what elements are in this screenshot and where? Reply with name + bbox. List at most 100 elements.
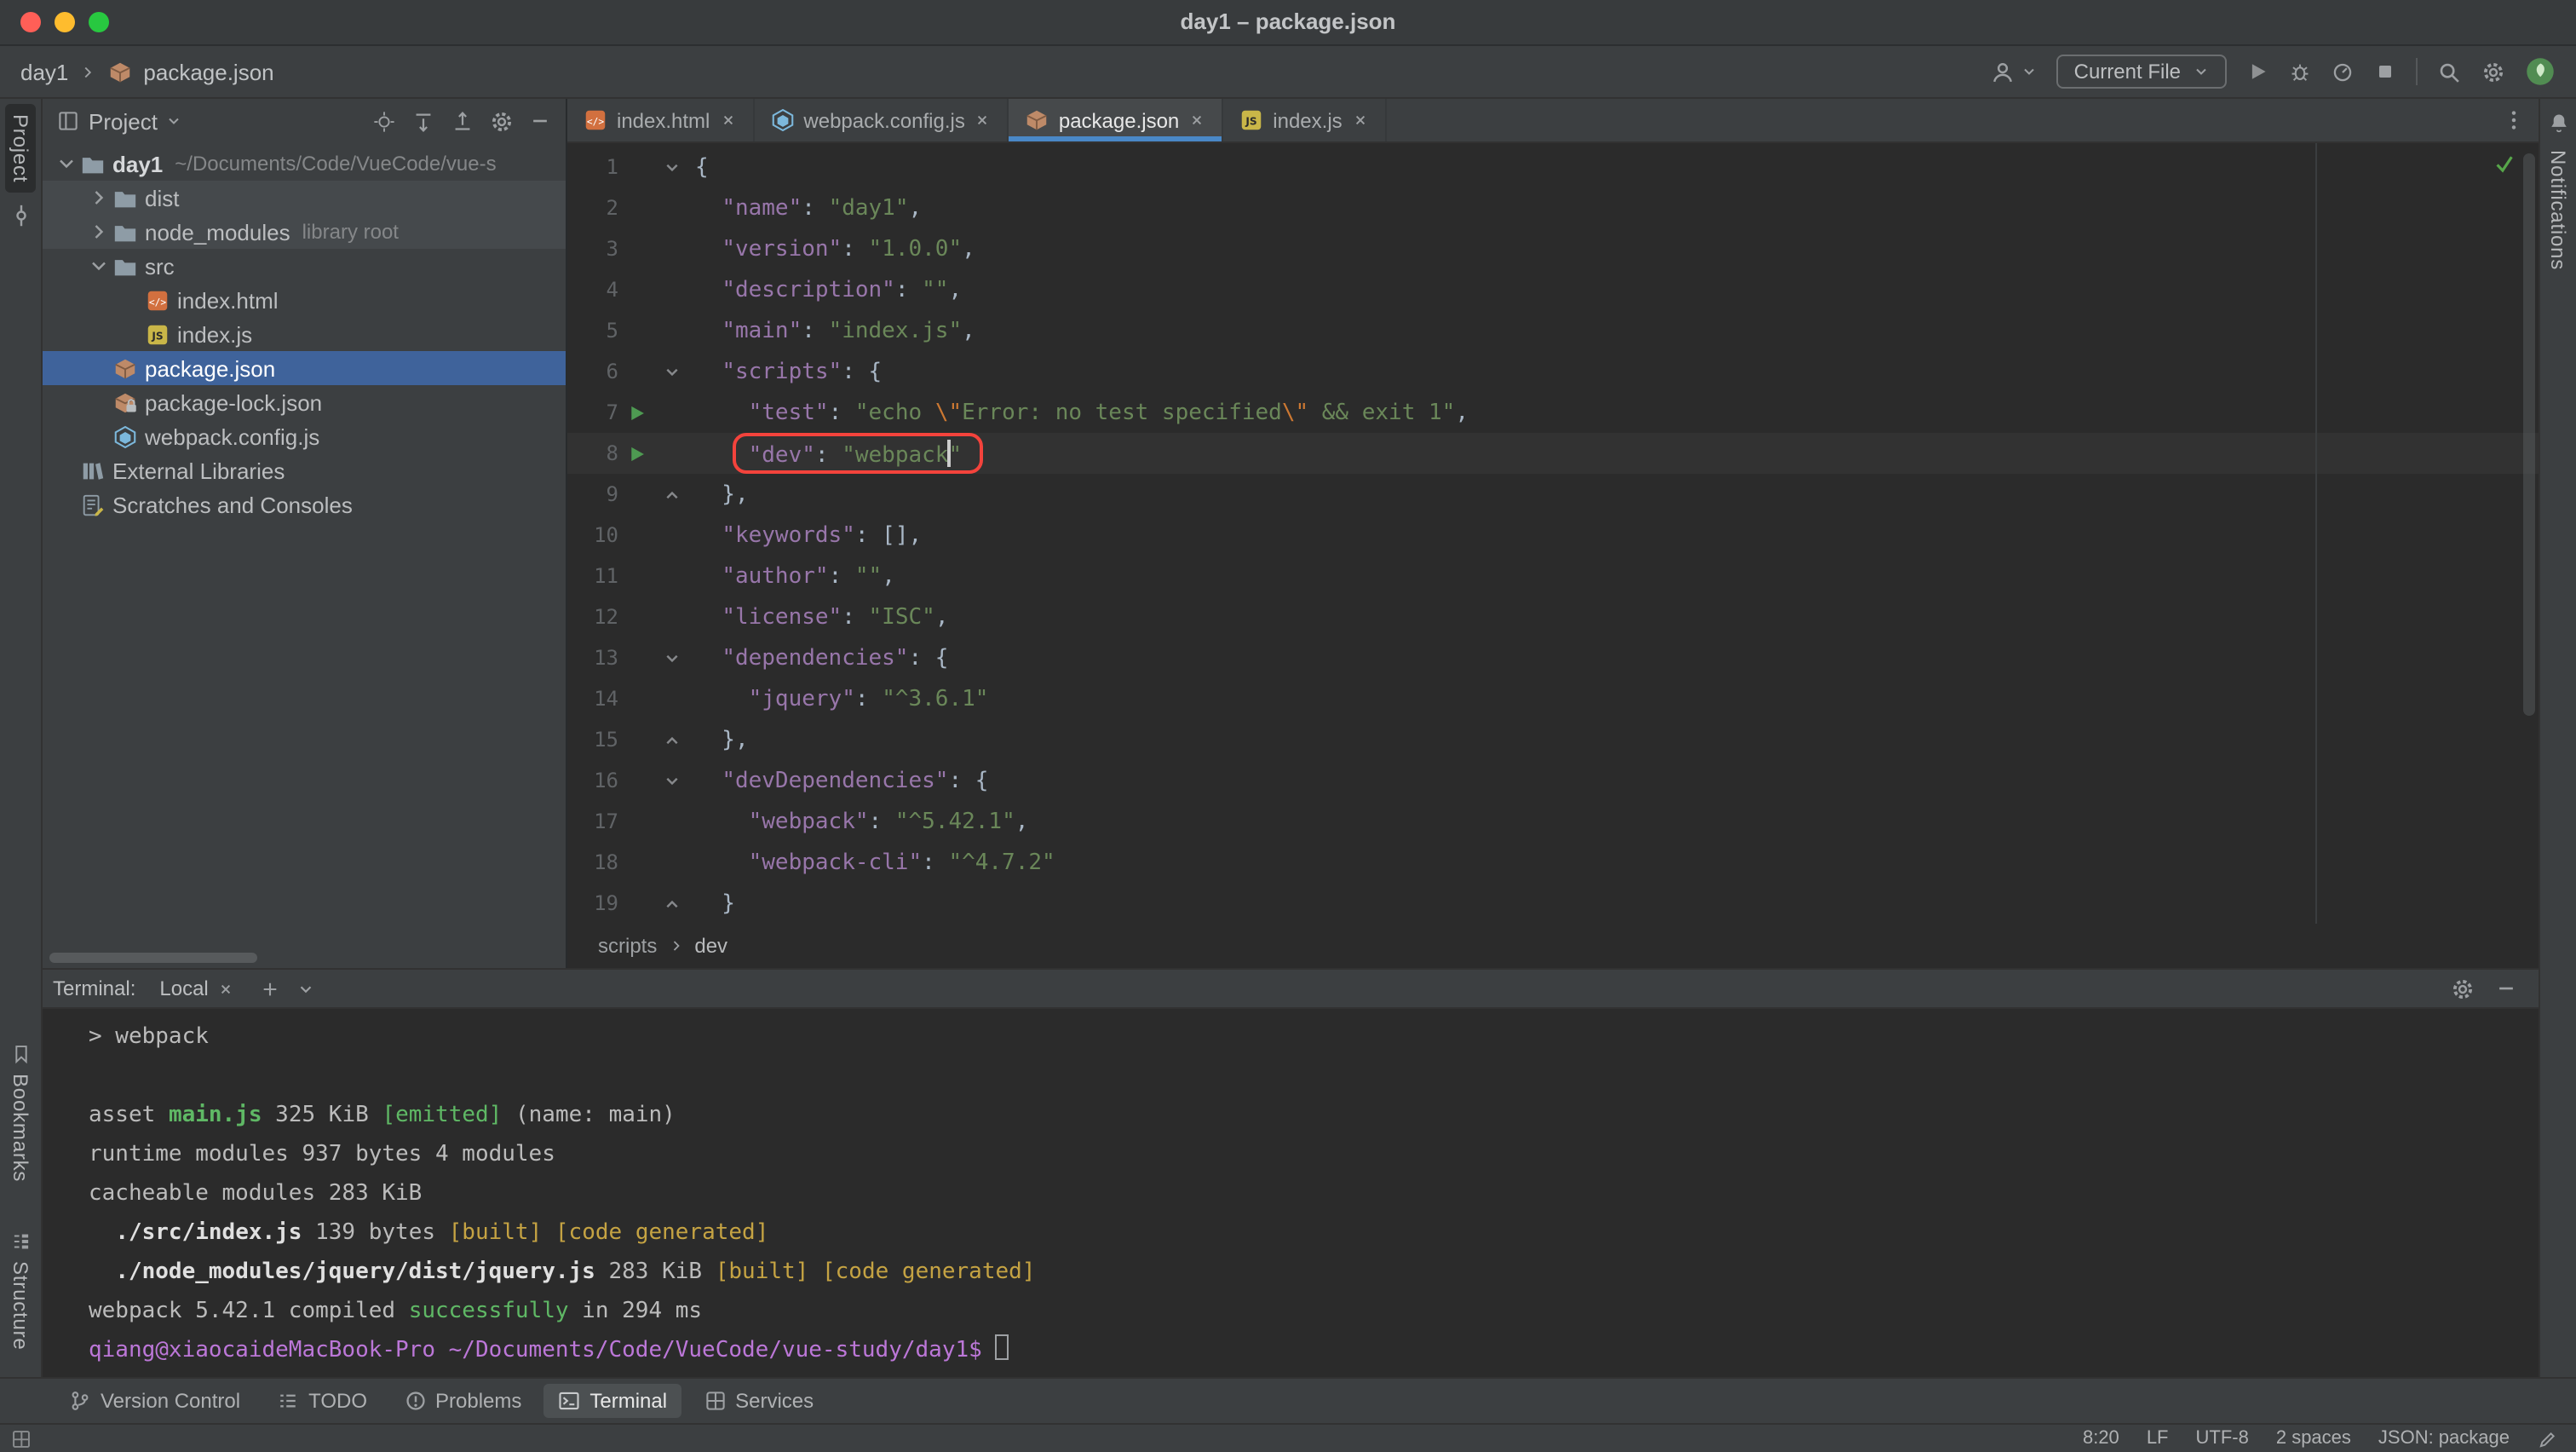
terminal-tab-local[interactable]: Local (151, 975, 244, 1002)
expand-all-button[interactable] (411, 108, 436, 134)
fold-down-icon[interactable] (661, 769, 683, 792)
toolwindow-button-version-control[interactable]: Version Control (55, 1384, 254, 1418)
code-line-3[interactable]: 3 "version": "1.0.0", (567, 228, 2539, 269)
editor-tab-webpack-config-js[interactable]: webpack.config.js (754, 99, 1009, 141)
tree-item-dist[interactable]: dist (43, 181, 566, 215)
tree-item-package-json[interactable]: package.json (43, 351, 566, 385)
stop-button[interactable] (2373, 60, 2397, 84)
hide-panel-icon[interactable] (528, 109, 552, 133)
tool-stripe-bookmarks-button[interactable]: Bookmarks (5, 1033, 36, 1192)
terminal-output[interactable]: > webpackasset main.js 325 KiB [emitted]… (43, 1009, 2539, 1377)
nav-breadcrumb-file[interactable]: package.json (143, 59, 273, 84)
user-avatar[interactable] (2525, 56, 2556, 87)
breadcrumb-scripts[interactable]: scripts (598, 934, 657, 958)
zoom-window-button[interactable] (89, 12, 109, 32)
code-line-13[interactable]: 13 "dependencies": { (567, 637, 2539, 678)
terminal-options-chevron-icon[interactable] (297, 979, 316, 998)
select-opened-file-button[interactable] (371, 108, 397, 134)
editor-vertical-scrollbar[interactable] (2523, 153, 2535, 716)
code-line-2[interactable]: 2 "name": "day1", (567, 187, 2539, 228)
code-line-6[interactable]: 6 "scripts": { (567, 351, 2539, 392)
close-window-button[interactable] (20, 12, 41, 32)
hide-terminal-icon[interactable] (2494, 977, 2518, 1000)
code-line-10[interactable]: 10 "keywords": [], (567, 515, 2539, 556)
tree-item-external-libraries[interactable]: External Libraries (43, 453, 566, 487)
fold-down-icon[interactable] (661, 156, 683, 178)
fold-up-icon[interactable] (661, 729, 683, 751)
tool-stripe-structure-button[interactable]: Structure (5, 1219, 36, 1360)
close-tab-icon[interactable] (718, 111, 737, 130)
run-configuration-select[interactable]: Current File (2057, 55, 2227, 89)
user-menu-button[interactable] (1991, 59, 2038, 84)
code-line-8[interactable]: 8 "dev": "webpack" (567, 433, 2539, 474)
code-line-5[interactable]: 5 "main": "index.js", (567, 310, 2539, 351)
run-script-gutter-button[interactable] (625, 442, 647, 464)
chevron-down-icon[interactable] (53, 152, 80, 176)
chevron-right-icon[interactable] (85, 220, 112, 244)
write-access-icon[interactable] (2537, 1427, 2559, 1449)
minimize-window-button[interactable] (55, 12, 75, 32)
code-line-15[interactable]: 15 }, (567, 719, 2539, 760)
status-caret-position[interactable]: 8:20 (2083, 1428, 2119, 1449)
code-line-19[interactable]: 19 } (567, 883, 2539, 924)
status-line-separator[interactable]: LF (2147, 1428, 2169, 1449)
inspections-ok-icon[interactable] (2493, 152, 2516, 176)
tool-stripe-commit-button[interactable] (4, 193, 37, 239)
tab-options-kebab-icon[interactable] (2501, 107, 2527, 133)
project-panel-title[interactable]: Project (89, 108, 158, 134)
settings-button[interactable] (2481, 59, 2506, 84)
breadcrumb-dev[interactable]: dev (694, 934, 727, 958)
code-line-1[interactable]: 1{ (567, 147, 2539, 187)
code-line-9[interactable]: 9 }, (567, 474, 2539, 515)
run-script-gutter-button[interactable] (625, 401, 647, 424)
collapse-all-button[interactable] (450, 108, 475, 134)
code-line-12[interactable]: 12 "license": "ISC", (567, 596, 2539, 637)
editor-tab-index-html[interactable]: </>index.html (567, 99, 754, 141)
nav-breadcrumb-project[interactable]: day1 (20, 59, 68, 84)
chevron-down-icon[interactable] (85, 254, 112, 278)
toolwindow-button-problems[interactable]: Problems (389, 1384, 535, 1418)
code-line-4[interactable]: 4 "description": "", (567, 269, 2539, 310)
tree-item-src[interactable]: src (43, 249, 566, 283)
status-file-encoding[interactable]: UTF-8 (2196, 1428, 2249, 1449)
code-line-18[interactable]: 18 "webpack-cli": "^4.7.2" (567, 842, 2539, 883)
tool-stripe-notifications-label[interactable]: Notifications (2546, 150, 2570, 270)
close-tab-icon[interactable] (974, 111, 992, 130)
terminal-settings-icon[interactable] (2450, 976, 2475, 1001)
tree-item-day1[interactable]: day1~/Documents/Code/VueCode/vue-s (43, 147, 566, 181)
status-json-schema[interactable]: JSON: package (2378, 1428, 2510, 1449)
editor-tab-package-json[interactable]: package.json (1009, 99, 1223, 141)
code-editor[interactable]: 1{2 "name": "day1",3 "version": "1.0.0",… (567, 143, 2539, 924)
close-terminal-tab-icon[interactable] (217, 979, 236, 998)
horizontal-scrollbar[interactable] (49, 953, 257, 963)
code-line-17[interactable]: 17 "webpack": "^5.42.1", (567, 801, 2539, 842)
status-indent-style[interactable]: 2 spaces (2276, 1428, 2351, 1449)
run-button[interactable] (2245, 60, 2269, 84)
tool-window-switcher-icon[interactable] (10, 1427, 32, 1449)
project-settings-icon[interactable] (489, 108, 515, 134)
chevron-right-icon[interactable] (85, 186, 112, 210)
fold-up-icon[interactable] (661, 483, 683, 505)
search-everywhere-button[interactable] (2436, 59, 2462, 84)
toolwindow-button-todo[interactable]: TODO (262, 1384, 381, 1418)
fold-down-icon[interactable] (661, 647, 683, 669)
tree-item-index-html[interactable]: </>index.html (43, 283, 566, 317)
toolwindow-button-terminal[interactable]: Terminal (543, 1384, 681, 1418)
editor-tab-index-js[interactable]: JSindex.js (1223, 99, 1386, 141)
debug-button[interactable] (2288, 60, 2312, 84)
tree-item-package-lock-json[interactable]: package-lock.json (43, 385, 566, 419)
chevron-down-icon[interactable] (166, 112, 183, 130)
code-line-16[interactable]: 16 "devDependencies": { (567, 760, 2539, 801)
code-line-11[interactable]: 11 "author": "", (567, 556, 2539, 596)
code-line-7[interactable]: 7 "test": "echo \"Error: no test specifi… (567, 392, 2539, 433)
fold-up-icon[interactable] (661, 892, 683, 914)
tool-stripe-project-button[interactable]: Project (5, 104, 36, 193)
notifications-bell-icon[interactable] (2546, 111, 2570, 135)
profiler-button[interactable] (2331, 60, 2355, 84)
new-terminal-session-button[interactable] (260, 977, 282, 1000)
code-line-14[interactable]: 14 "jquery": "^3.6.1" (567, 678, 2539, 719)
toolwindow-button-services[interactable]: Services (689, 1384, 827, 1418)
tree-item-index-js[interactable]: JSindex.js (43, 317, 566, 351)
tree-item-scratches-and-consoles[interactable]: Scratches and Consoles (43, 487, 566, 521)
close-tab-icon[interactable] (1187, 111, 1206, 130)
